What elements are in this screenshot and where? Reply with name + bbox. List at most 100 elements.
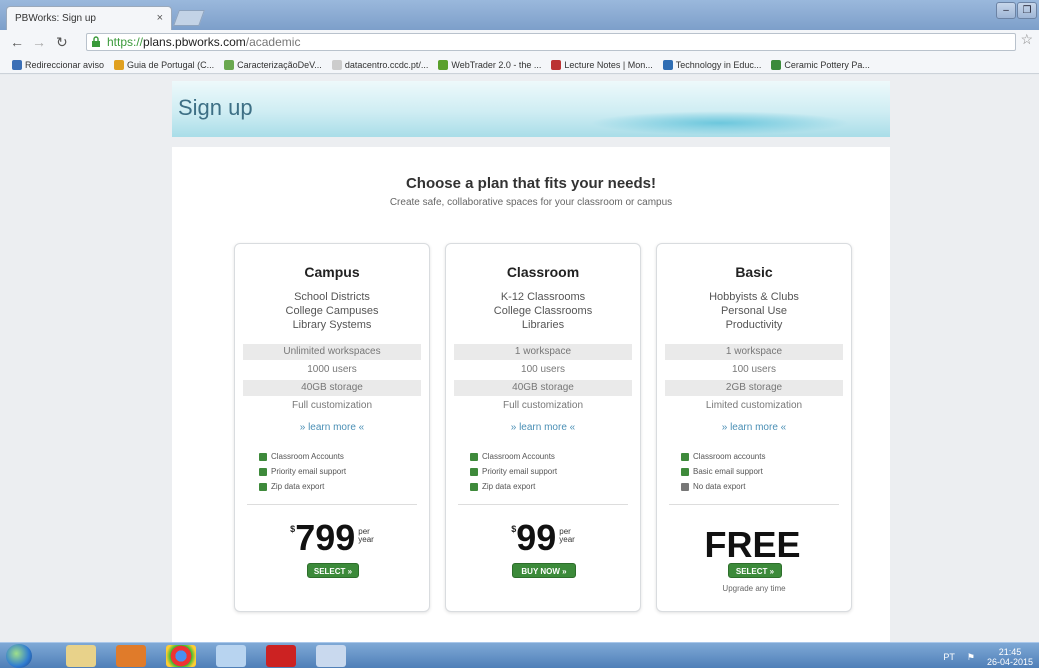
media-player-icon[interactable] (116, 645, 146, 667)
price-amount: 99 (516, 517, 557, 558)
plan-card-basic: Basic Hobbyists & Clubs Personal Use Produc… (656, 243, 852, 612)
restore-button[interactable]: ❐ (1017, 2, 1037, 19)
bookmark-favicon-icon (224, 60, 235, 70)
upgrade-note: Upgrade any time (722, 584, 786, 593)
bookmark-item[interactable]: CaracterizaçãoDeV... (224, 57, 322, 73)
checklist-item: Basic email support (681, 464, 765, 479)
start-button-icon[interactable] (6, 644, 32, 668)
bookmark-item[interactable]: datacentro.ccdc.pt/... (331, 57, 429, 73)
audience-line: Library Systems (292, 319, 372, 331)
bookmark-item[interactable]: Technology in Educ... (662, 57, 761, 73)
price-year: year (358, 535, 374, 544)
bookmark-item[interactable]: Ceramic Pottery Pa... (771, 57, 870, 73)
learn-more-link[interactable]: » learn more « (235, 422, 429, 433)
lock-icon (92, 36, 100, 47)
clock-time: 21:45 (998, 647, 1022, 657)
plan-audience: School Districts College Campuses Library … (235, 290, 429, 332)
checklist-item: Zip data export (259, 479, 346, 494)
windows-taskbar: PT ⚑ 21:45 26-04-2015 (0, 642, 1039, 668)
acrobat-icon[interactable] (266, 645, 296, 667)
check-icon (470, 482, 478, 491)
check-icon (259, 482, 267, 491)
checklist-item: No data export (681, 479, 765, 494)
buy-now-button[interactable]: BUY NOW » (512, 563, 576, 578)
check-icon (681, 467, 689, 476)
select-button[interactable]: SELECT » (307, 563, 359, 578)
checklist-item: Classroom Accounts (470, 449, 557, 464)
price-period: per year (358, 528, 374, 544)
chrome-icon[interactable] (166, 645, 196, 667)
plan-feature: 1000 users (307, 364, 357, 375)
checklist-label: Classroom Accounts (482, 452, 555, 461)
audience-line: College Classrooms (493, 305, 593, 317)
check-icon (259, 452, 267, 461)
browser-toolbar: ← → ↻ https://plans.pbworks.com/academic… (0, 30, 1039, 54)
plans-headline: Choose a plan that fits your needs! (405, 175, 657, 192)
browser-tab[interactable]: PBWorks: Sign up × (6, 6, 172, 30)
plan-checklist: Classroom Accounts Priority email support… (259, 449, 346, 494)
audience-line: School Districts (294, 291, 370, 303)
plan-audience: K-12 Classrooms College Classrooms Librari… (446, 290, 640, 332)
page-viewport: Sign up Choose a plan that fits your nee… (0, 75, 1039, 642)
window-titlebar: PBWorks: Sign up × – ❐ (0, 0, 1039, 30)
select-button[interactable]: SELECT » (728, 563, 782, 578)
bookmark-item[interactable]: Lecture Notes | Mon... (551, 57, 653, 73)
url-path: /academic (245, 35, 301, 49)
page-header: Sign up (172, 81, 890, 137)
bookmark-item[interactable]: WebTrader 2.0 - the ... (438, 57, 541, 73)
forward-arrow-icon[interactable]: → (32, 34, 46, 50)
plan-feature: 40GB storage (454, 380, 632, 396)
card-divider (247, 504, 417, 505)
checklist-label: Classroom Accounts (271, 452, 344, 461)
plan-feature: Limited customization (705, 400, 803, 411)
check-icon (681, 452, 689, 461)
plan-feature: 100 users (521, 364, 565, 375)
plan-card-classroom: Classroom K-12 Classrooms College Classroo… (445, 243, 641, 612)
plans-subline: Create safe, collaborative spaces for yo… (389, 197, 673, 208)
system-tray: PT ⚑ 21:45 26-04-2015 (943, 647, 1033, 667)
language-indicator[interactable]: PT (943, 652, 955, 662)
bookmark-label: Guia de Portugal (C... (127, 60, 215, 70)
bookmark-label: datacentro.ccdc.pt/... (344, 60, 429, 70)
checklist-item: Classroom Accounts (259, 449, 346, 464)
minimize-button[interactable]: – (996, 2, 1016, 19)
plan-feature: Full customization (291, 400, 373, 411)
bookmark-favicon-icon (662, 60, 673, 70)
check-icon (470, 452, 478, 461)
audience-line: K-12 Classrooms (500, 291, 586, 303)
plan-feature: 1 workspace (665, 344, 843, 360)
paint-icon[interactable] (316, 645, 346, 667)
bookmark-favicon-icon (114, 60, 125, 70)
checklist-item: Zip data export (470, 479, 557, 494)
tab-close-icon[interactable]: × (157, 12, 163, 24)
bookmark-label: Redireccionar aviso (25, 60, 105, 70)
plan-card-campus: Campus School Districts College Campuses Li… (234, 243, 430, 612)
clock-date: 26-04-2015 (986, 657, 1033, 667)
bookmark-favicon-icon (331, 60, 342, 70)
new-tab-button[interactable] (173, 10, 205, 26)
bookmark-label: Lecture Notes | Mon... (564, 60, 653, 70)
reload-icon[interactable]: ↻ (56, 34, 68, 51)
card-divider (458, 504, 628, 505)
audience-line: Personal Use (720, 305, 788, 317)
address-bar[interactable]: https://plans.pbworks.com/academic (86, 33, 1016, 51)
audience-line: Hobbyists & Clubs (709, 291, 799, 303)
audience-line: Libraries (521, 319, 565, 331)
plan-audience: Hobbyists & Clubs Personal Use Productivit… (657, 290, 851, 332)
back-arrow-icon[interactable]: ← (10, 34, 24, 50)
plan-price: $799 per year (235, 518, 429, 562)
bookmark-star-icon[interactable]: ☆ (1020, 31, 1033, 48)
url-host: plans.pbworks.com (143, 35, 246, 49)
checklist-item: Priority email support (259, 464, 346, 479)
price-amount: 799 (295, 517, 356, 558)
audience-line: College Campuses (285, 305, 379, 317)
bookmark-item[interactable]: Guia de Portugal (C... (114, 57, 214, 73)
price-period: per year (559, 528, 575, 544)
office-icon[interactable] (216, 645, 246, 667)
explorer-icon[interactable] (66, 645, 96, 667)
bookmark-item[interactable]: Redireccionar aviso (12, 57, 104, 73)
learn-more-link[interactable]: » learn more « (657, 422, 851, 433)
learn-more-link[interactable]: » learn more « (446, 422, 640, 433)
flag-icon[interactable]: ⚑ (967, 652, 975, 663)
plan-price: FREE (657, 518, 851, 565)
